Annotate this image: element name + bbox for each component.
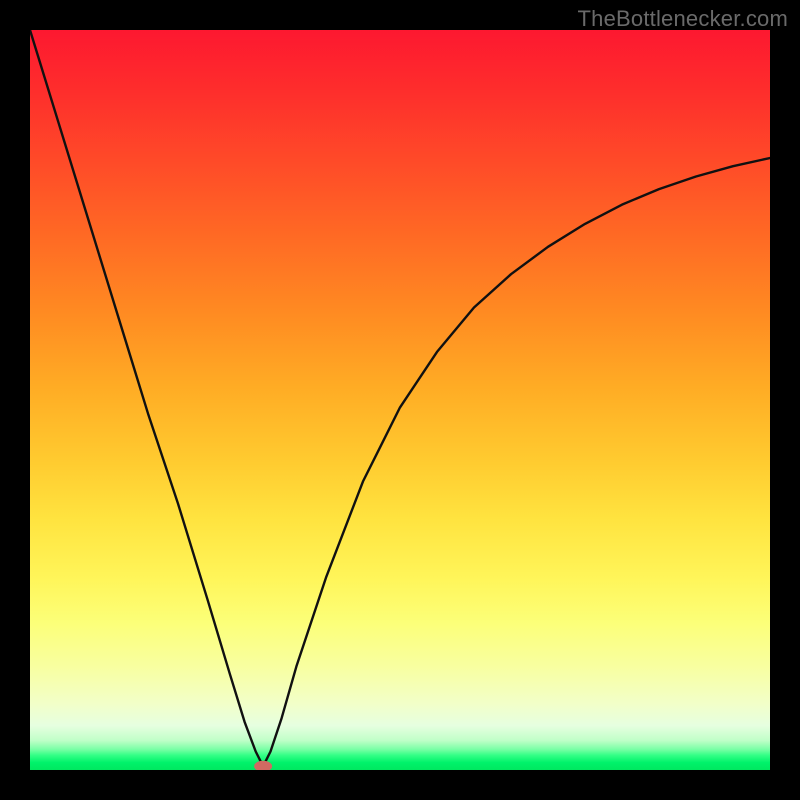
chart-frame: TheBottlenecker.com — [0, 0, 800, 800]
plot-area — [30, 30, 770, 770]
optimum-marker — [254, 761, 272, 770]
curve-layer — [30, 30, 770, 770]
bottleneck-curve — [30, 30, 770, 766]
attribution-text: TheBottlenecker.com — [578, 6, 788, 32]
bottleneck-curve-path — [30, 30, 770, 766]
optimum-marker-dot — [254, 761, 272, 770]
